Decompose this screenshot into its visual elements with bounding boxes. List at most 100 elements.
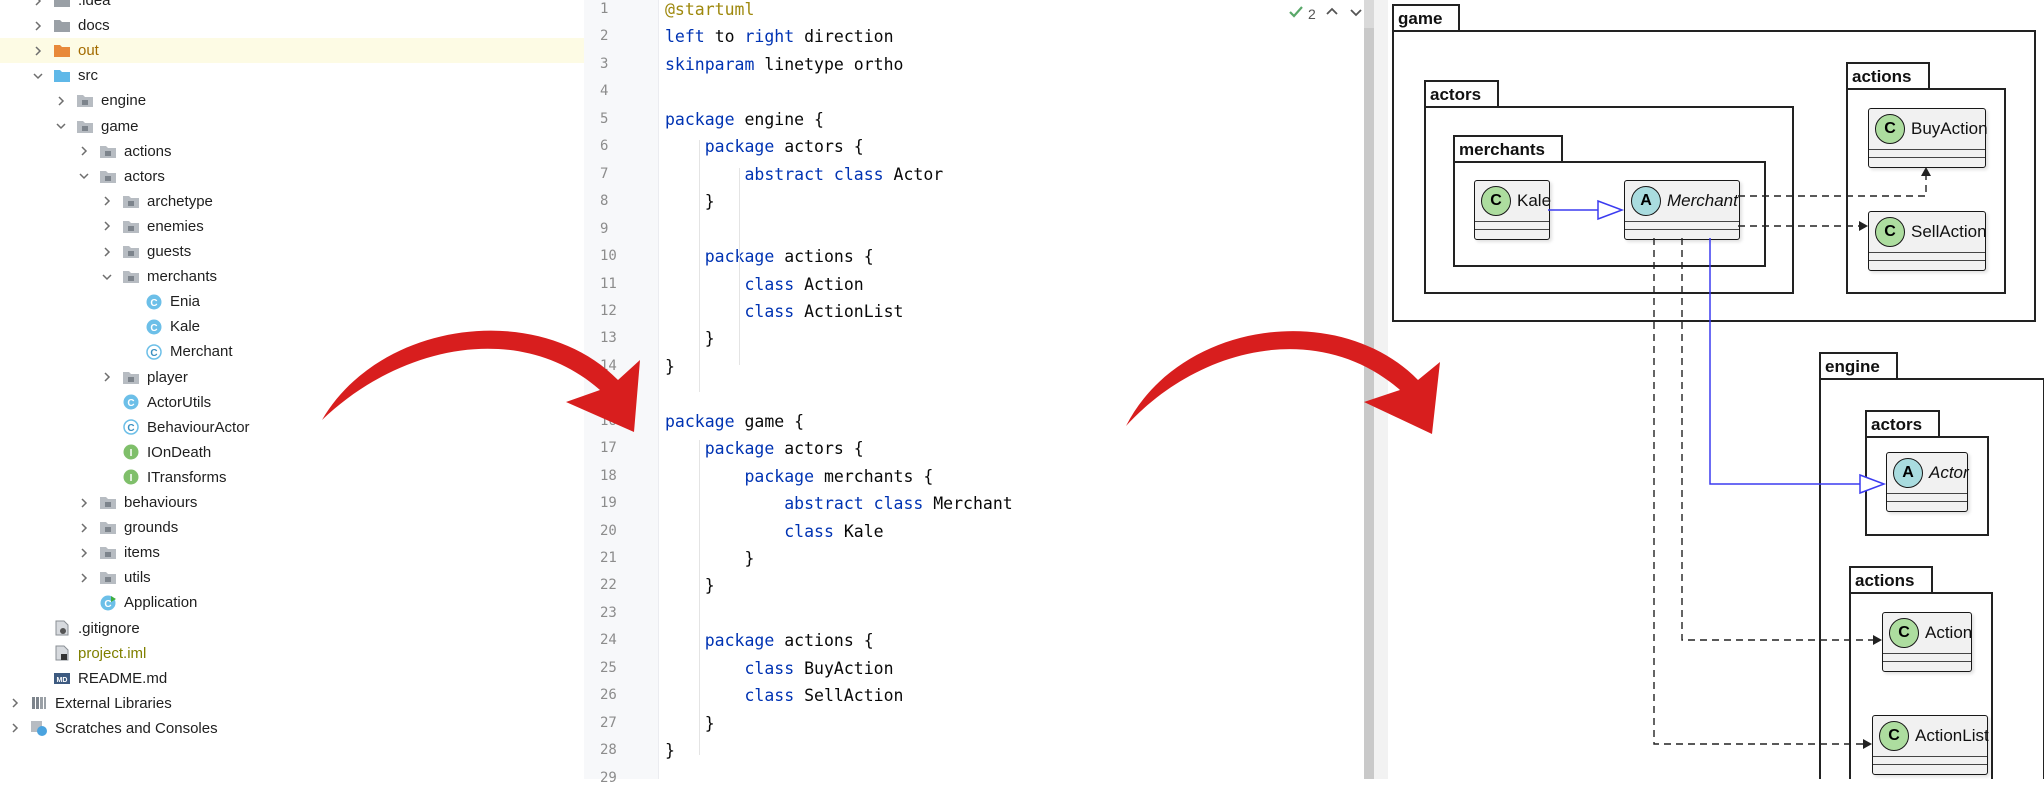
chevron-right-icon[interactable] — [77, 546, 91, 560]
tree-item[interactable]: grounds — [0, 515, 584, 540]
tree-item[interactable]: Scratches and Consoles — [0, 716, 584, 741]
chevron-right-icon[interactable] — [31, 19, 45, 33]
tree-item[interactable]: C Merchant — [0, 339, 584, 364]
code-line[interactable]: class Kale — [665, 518, 883, 545]
code-line[interactable]: } — [665, 737, 675, 764]
chevron-right-icon[interactable] — [100, 370, 114, 384]
dependency-merchant-actionlist — [1653, 238, 1868, 745]
chevron-right-icon[interactable] — [31, 0, 45, 8]
line-number: 29 — [600, 769, 617, 786]
tree-item[interactable]: behaviours — [0, 490, 584, 515]
tree-item[interactable]: actors — [0, 164, 584, 189]
code-line[interactable]: class Action — [665, 271, 863, 298]
tree-item[interactable]: actions — [0, 139, 584, 164]
code-line[interactable]: } — [665, 353, 675, 380]
code-line[interactable]: abstract class Actor — [665, 161, 943, 188]
code-line[interactable]: package actions { — [665, 627, 874, 654]
code-line[interactable]: } — [665, 572, 715, 599]
tree-item-label: actors — [124, 167, 165, 185]
tree-item[interactable]: C Enia — [0, 289, 584, 314]
chevron-right-icon[interactable] — [31, 44, 45, 58]
class-icon: C — [145, 294, 163, 310]
tree-item[interactable]: merchants — [0, 264, 584, 289]
tree-item[interactable]: archetype — [0, 189, 584, 214]
chevron-right-icon[interactable] — [100, 194, 114, 208]
code-editor[interactable]: @startuml left to right direction skinpara… — [659, 0, 1364, 779]
tree-item[interactable]: utils — [0, 565, 584, 590]
tree-item-label: out — [78, 42, 99, 60]
code-line[interactable]: abstract class Merchant — [665, 490, 1013, 517]
chevron-down-icon[interactable] — [77, 169, 91, 183]
chevron-right-icon[interactable] — [77, 571, 91, 585]
chevron-right-icon[interactable] — [100, 245, 114, 259]
chevron-right-icon[interactable] — [54, 94, 68, 108]
code-line[interactable]: class SellAction — [665, 682, 903, 709]
package-icon — [99, 520, 117, 536]
tree-item[interactable]: .gitignore — [0, 616, 584, 641]
tree-item[interactable]: player — [0, 365, 584, 390]
iml-file-icon — [53, 645, 71, 661]
code-line[interactable]: package merchants { — [665, 463, 933, 490]
inspection-widget[interactable]: 2 — [1288, 4, 1364, 23]
tree-item[interactable]: engine — [0, 88, 584, 113]
code-line[interactable]: left to right direction — [665, 23, 894, 50]
chevron-up-icon[interactable] — [1324, 4, 1340, 23]
tree-item[interactable]: I IOnDeath — [0, 440, 584, 465]
code-line[interactable]: } — [665, 710, 715, 737]
line-number: 16 — [600, 412, 617, 429]
code-line[interactable]: package actors { — [665, 435, 864, 462]
tree-item[interactable]: enemies — [0, 214, 584, 239]
chevron-right-icon[interactable] — [77, 521, 91, 535]
diagram-connectors — [1548, 167, 1931, 749]
tree-item[interactable]: C ActorUtils — [0, 390, 584, 415]
tree-item-label: External Libraries — [55, 694, 172, 712]
splitter-handle[interactable] — [1374, 0, 1388, 779]
tree-item[interactable]: docs — [0, 13, 584, 38]
tree-item[interactable]: C Kale — [0, 314, 584, 339]
chevron-right-icon[interactable] — [8, 696, 22, 710]
code-line[interactable]: } — [665, 325, 715, 352]
code-line[interactable]: } — [665, 545, 754, 572]
chevron-down-icon[interactable] — [100, 270, 114, 284]
code-line[interactable]: package engine { — [665, 106, 824, 133]
scrollbar-thumb[interactable] — [1364, 28, 1374, 779]
code-line[interactable]: @startuml — [665, 0, 754, 23]
code-line[interactable]: } — [665, 188, 715, 215]
code-line[interactable]: class ActionList — [665, 298, 903, 325]
svg-text:C: C — [127, 423, 134, 434]
interface-icon: I — [122, 444, 140, 460]
tree-item[interactable]: C BehaviourActor — [0, 415, 584, 440]
code-line[interactable]: package actors { — [665, 133, 864, 160]
editor-scrollbar[interactable] — [1364, 0, 1374, 779]
tree-item[interactable]: guests — [0, 239, 584, 264]
tree-item[interactable]: out — [0, 38, 584, 64]
package-icon — [122, 218, 140, 234]
code-line[interactable]: skinparam linetype ortho — [665, 51, 903, 78]
tree-item[interactable]: C Application — [0, 590, 584, 615]
package-icon — [99, 570, 117, 586]
tree-item-label: Merchant — [170, 343, 233, 361]
tree-item[interactable]: items — [0, 540, 584, 565]
chevron-right-icon[interactable] — [100, 219, 114, 233]
code-line[interactable]: package game { — [665, 408, 804, 435]
tree-item[interactable]: .idea — [0, 0, 584, 13]
line-number: 8 — [600, 193, 609, 210]
line-number: 13 — [600, 330, 617, 347]
chevron-down-icon[interactable] — [54, 119, 68, 133]
chevron-right-icon[interactable] — [77, 144, 91, 158]
chevron-right-icon[interactable] — [8, 721, 22, 735]
tree-item[interactable]: MD README.md — [0, 666, 584, 691]
tree-item[interactable]: External Libraries — [0, 691, 584, 716]
chevron-right-icon[interactable] — [77, 496, 91, 510]
line-number: 11 — [600, 275, 617, 292]
inheritance-arrow-merchant-actor — [1709, 238, 1860, 485]
chevron-down-icon[interactable] — [31, 69, 45, 83]
line-number-gutter: 1 2 3 4 5 6 7 8 9 10 11 12 13 14 15 16 17 18 19 20 21 22 23 24 2… — [584, 0, 659, 786]
tree-item[interactable]: project.iml — [0, 641, 584, 666]
markdown-file-icon: MD — [53, 670, 71, 686]
tree-item[interactable]: I ITransforms — [0, 465, 584, 490]
tree-item[interactable]: game — [0, 114, 584, 139]
chevron-down-icon[interactable] — [1348, 4, 1364, 23]
tree-item[interactable]: src — [0, 63, 584, 88]
code-line[interactable]: package actions { — [665, 243, 874, 270]
